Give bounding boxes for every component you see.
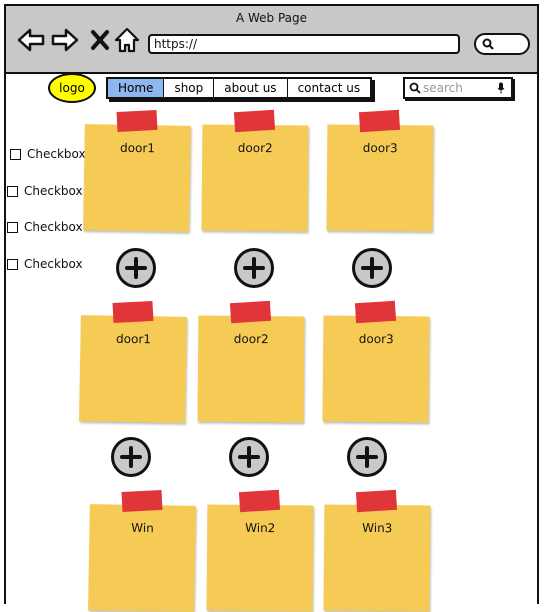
sticky-note-win2[interactable]: Win2 <box>206 489 314 612</box>
plus-icon <box>238 446 260 468</box>
checkbox-box[interactable] <box>10 149 21 160</box>
checkbox-3[interactable]: Checkbox <box>7 220 83 234</box>
sticky-note-door1[interactable]: door1 <box>83 109 191 232</box>
note-label: door3 <box>358 331 394 347</box>
note-label: Win2 <box>245 520 276 536</box>
plus-icon <box>125 257 147 279</box>
nav-item-home[interactable]: Home <box>108 79 165 97</box>
address-bar[interactable]: https:// <box>148 34 460 54</box>
sticky-note-door3[interactable]: door3 <box>326 109 434 232</box>
site-search-input[interactable]: search <box>403 77 513 99</box>
add-button[interactable] <box>234 248 274 288</box>
note-label: door1 <box>115 331 152 347</box>
sticky-note-door2[interactable]: door2 <box>201 109 309 232</box>
sticky-note-door2[interactable]: door2 <box>197 300 305 423</box>
nav-item-about-us[interactable]: about us <box>214 79 288 97</box>
checkbox-label: Checkbox <box>24 220 83 234</box>
add-button[interactable] <box>116 248 156 288</box>
nav-item-contact-us[interactable]: contact us <box>288 79 371 97</box>
search-icon <box>482 38 494 50</box>
note-label: Win3 <box>362 520 393 536</box>
plus-icon <box>361 257 383 279</box>
checkbox-box[interactable] <box>7 186 18 197</box>
checkbox-label: Checkbox <box>27 147 86 161</box>
add-button[interactable] <box>347 437 387 477</box>
tape <box>238 489 281 513</box>
sticky-note-door1[interactable]: door1 <box>79 300 187 423</box>
tape <box>354 300 397 324</box>
add-button[interactable] <box>229 437 269 477</box>
sticky-note-win3[interactable]: Win3 <box>323 489 431 612</box>
checkbox-label: Checkbox <box>24 257 83 271</box>
plus-icon <box>356 446 378 468</box>
note-label: door1 <box>119 140 156 156</box>
back-arrow-icon[interactable] <box>16 26 46 54</box>
tape <box>229 300 272 324</box>
note-label: door2 <box>233 331 269 347</box>
checkbox-4[interactable]: Checkbox <box>7 257 83 271</box>
browser-chrome: A Web Page https:// <box>6 6 537 74</box>
main-nav: Home shop about us contact us <box>106 77 373 99</box>
note-label: door3 <box>362 140 398 156</box>
plus-icon <box>243 257 265 279</box>
search-icon <box>409 82 421 94</box>
checkbox-box[interactable] <box>7 222 18 233</box>
tape <box>355 489 398 513</box>
tape <box>121 489 163 513</box>
checkbox-label: Checkbox <box>24 184 83 198</box>
tape <box>116 109 158 133</box>
logo[interactable]: logo <box>48 73 96 103</box>
tape <box>112 300 154 324</box>
home-icon[interactable] <box>112 26 142 54</box>
search-placeholder: search <box>423 81 463 95</box>
window-title: A Web Page <box>235 11 308 25</box>
note-label: door2 <box>237 140 273 156</box>
add-button[interactable] <box>111 437 151 477</box>
plus-icon <box>120 446 142 468</box>
sticky-note-door3[interactable]: door3 <box>322 300 430 423</box>
sticky-note-win[interactable]: Win <box>88 489 196 612</box>
checkbox-2[interactable]: Checkbox <box>7 184 83 198</box>
note-label: Win <box>131 520 154 536</box>
tape <box>358 109 401 133</box>
browser-search-field[interactable] <box>474 33 530 55</box>
checkbox-box[interactable] <box>7 259 18 270</box>
nav-item-shop[interactable]: shop <box>164 79 215 97</box>
forward-arrow-icon[interactable] <box>50 26 80 54</box>
tape <box>233 109 276 133</box>
checkbox-1[interactable]: Checkbox <box>10 147 86 161</box>
microphone-icon[interactable] <box>497 82 505 94</box>
add-button[interactable] <box>352 248 392 288</box>
